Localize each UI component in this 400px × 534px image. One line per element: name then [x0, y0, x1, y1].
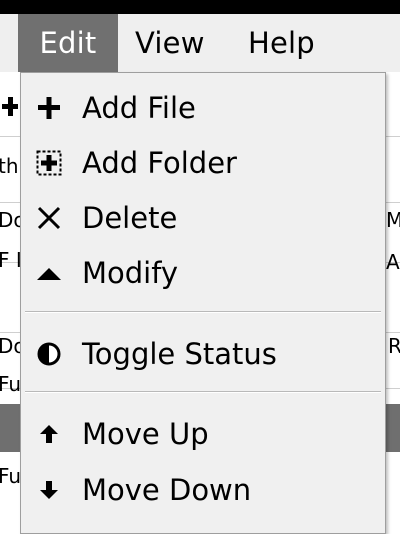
menu-item-move-up[interactable]: Move Up	[21, 409, 385, 459]
menu-item-label: Modify	[82, 256, 179, 290]
menu-item-move-down[interactable]: Move Down	[21, 465, 385, 515]
menu-bar: Edit View Help	[0, 14, 400, 72]
menu-item-label: Delete	[82, 201, 178, 235]
menu-item-label: Move Up	[82, 417, 209, 451]
menu-item-add-folder[interactable]: Add Folder	[21, 138, 385, 188]
background-text: Fu	[0, 464, 22, 488]
menu-item-label: Move Down	[82, 473, 252, 507]
background-text: Fu	[0, 372, 22, 396]
background-text: th	[0, 154, 19, 178]
triangle-up-icon	[37, 268, 61, 280]
menu-separator	[25, 391, 381, 393]
menu-view[interactable]: View	[135, 14, 205, 72]
menu-separator	[25, 311, 381, 313]
menu-edit[interactable]: Edit	[18, 14, 118, 72]
edit-menu-dropdown: Add File Add Folder Delete Modify Toggle…	[20, 72, 386, 534]
half-circle-icon	[37, 342, 61, 366]
window-top-strip	[0, 0, 400, 14]
background-text: F I	[0, 248, 22, 272]
arrow-down-icon	[40, 481, 58, 499]
background-text: A	[386, 250, 400, 274]
menu-item-toggle-status[interactable]: Toggle Status	[21, 329, 385, 379]
menu-item-label: Add File	[82, 91, 196, 125]
background-text: R	[388, 334, 400, 358]
x-icon	[37, 206, 61, 230]
plus-icon	[38, 97, 60, 119]
menu-item-modify[interactable]: Modify	[21, 248, 385, 298]
menu-help[interactable]: Help	[248, 14, 315, 72]
menu-item-add-file[interactable]: Add File	[21, 83, 385, 133]
menu-item-delete[interactable]: Delete	[21, 193, 385, 243]
menu-item-label: Add Folder	[82, 146, 237, 180]
add-folder-icon	[36, 150, 62, 176]
add-toolbar-icon[interactable]	[0, 94, 20, 118]
menu-item-label: Toggle Status	[82, 337, 277, 371]
background-text: My	[386, 208, 400, 232]
arrow-up-icon	[40, 425, 58, 443]
